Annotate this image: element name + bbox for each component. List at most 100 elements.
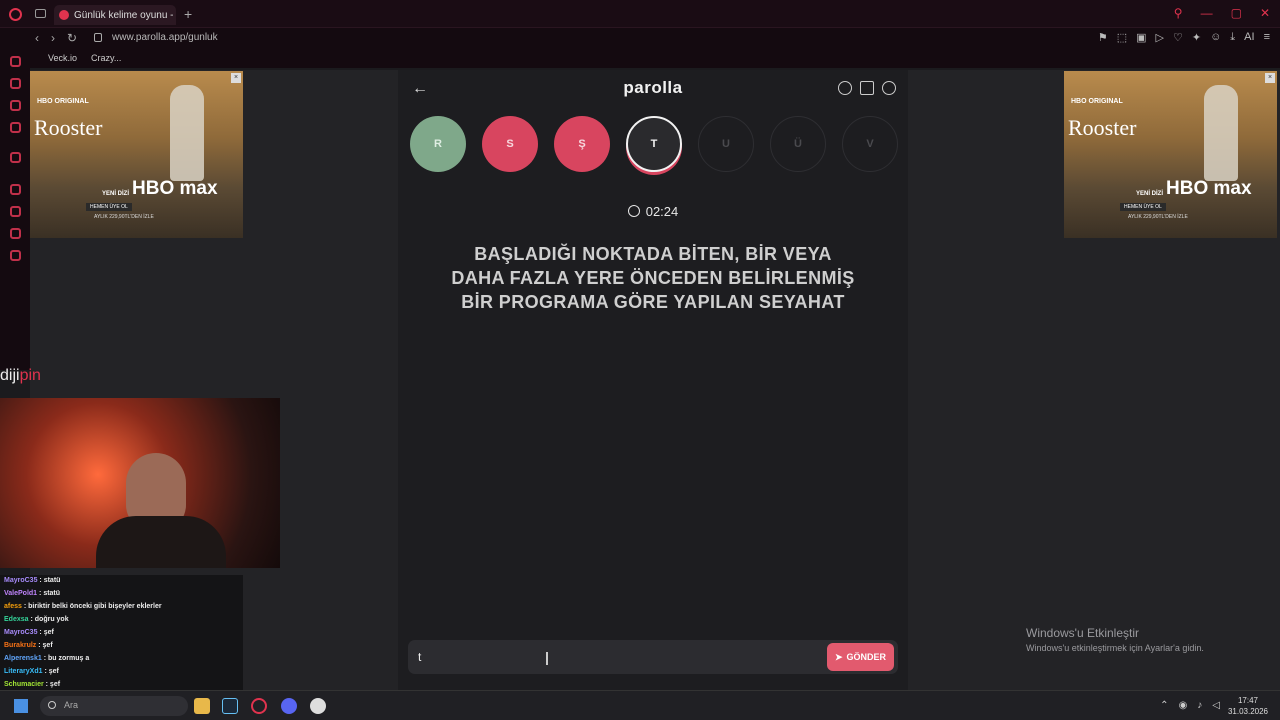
webcam-overlay <box>0 398 280 568</box>
tray-chevron-icon[interactable]: ⌃ <box>1160 700 1168 711</box>
sidebar-history-icon[interactable] <box>10 206 21 217</box>
taskbar-clock[interactable]: 17:47 31.03.2026 <box>1228 695 1268 717</box>
address-bar: ‹ › ↻ www.parolla.app/gunluk ⚑ ⬚ ▣ ▷ ♡ ✦… <box>0 28 1280 50</box>
browser-tab-bar: Günlük kelime oyunu - par + ⚲ — ▢ ✕ <box>0 0 1280 28</box>
download-icon[interactable]: ⤓ <box>1230 31 1235 44</box>
extensions-icon[interactable]: ✦ <box>1192 31 1201 44</box>
ad-brand: HBO ORIGINAL <box>1071 98 1123 105</box>
ai-icon[interactable]: AI <box>1244 31 1254 44</box>
chat-message: Edexsa : doğru yok <box>4 616 69 623</box>
chat-message: ValePold1 : statü <box>4 590 61 597</box>
ad-title: Rooster <box>1068 115 1137 140</box>
search-icon[interactable]: ⚲ <box>1174 6 1183 20</box>
profile-icon[interactable]: ☺ <box>1210 31 1221 44</box>
info-icon[interactable] <box>838 81 852 95</box>
ad-cta-button[interactable]: HEMEN ÜYE OL <box>1120 203 1166 211</box>
chat-user: Schumacier <box>4 681 44 688</box>
letter-wheel: R S Ş T U Ü V <box>410 116 910 176</box>
chat-user: afess <box>4 603 22 610</box>
heart-icon[interactable]: ♡ <box>1173 31 1183 44</box>
bookmark-veck[interactable]: Veck.io <box>48 53 77 63</box>
close-icon[interactable]: ✕ <box>1260 6 1270 20</box>
window-controls: ⚲ — ▢ ✕ <box>1174 6 1270 20</box>
browser-tab[interactable]: Günlük kelime oyunu - par <box>54 5 176 25</box>
sidebar-twitch-icon[interactable] <box>10 152 21 163</box>
sidebar-player-icon[interactable] <box>10 184 21 195</box>
minimize-icon[interactable]: — <box>1201 6 1213 20</box>
chat-user: Edexsa <box>4 616 29 623</box>
app-icon[interactable] <box>310 698 326 714</box>
bookmark-icon[interactable]: ⚑ <box>1098 31 1108 44</box>
stats-icon[interactable] <box>860 81 874 95</box>
tab-manager-icon[interactable] <box>35 9 46 18</box>
sidebar-messenger-icon[interactable] <box>10 100 21 111</box>
opera-menu-icon[interactable] <box>9 8 22 21</box>
opera-taskbar-icon[interactable] <box>251 698 267 714</box>
clock-time: 17:47 <box>1237 696 1258 705</box>
sidebar-settings-icon[interactable] <box>10 250 21 261</box>
question-text: BAŞLADIĞI NOKTADA BİTEN, BİR VEYA DAHA F… <box>451 244 855 312</box>
dijipin-logo: dijipin <box>0 367 41 385</box>
discord-icon[interactable] <box>281 698 297 714</box>
chat-message: Burakrulz : şef <box>4 642 53 649</box>
chat-message: LiteraryXd1 : şef <box>4 668 59 675</box>
lock-icon <box>94 33 102 42</box>
letter-u: U <box>698 116 754 172</box>
start-icon[interactable] <box>14 699 28 713</box>
activation-title: Windows'u Etkinleştir <box>1026 626 1139 640</box>
taskbar-search[interactable]: Ara <box>40 696 188 716</box>
ad-close-icon[interactable]: × <box>1265 73 1275 83</box>
reload-icon[interactable]: ↻ <box>67 31 77 45</box>
cube-icon[interactable]: ▣ <box>1136 31 1146 44</box>
steam-icon[interactable] <box>222 698 238 714</box>
maximize-icon[interactable]: ▢ <box>1231 6 1242 20</box>
bookmark-crazy[interactable]: Crazy... <box>91 53 121 63</box>
sidebar-extensions-icon[interactable] <box>10 228 21 239</box>
url-field[interactable]: www.parolla.app/gunluk <box>112 32 218 43</box>
network-icon[interactable]: ◉ <box>1179 700 1188 711</box>
ad-price: AYLIK 229,90TL'DEN İZLE <box>94 214 154 220</box>
bookmarks-bar: Veck.io Crazy... <box>0 50 1280 68</box>
chat-text: bu zormuş a <box>47 655 90 662</box>
activation-subtitle: Windows'u etkinleştirmek için Ayarlar'a … <box>1026 643 1204 653</box>
user-icon[interactable] <box>882 81 896 95</box>
snapshot-icon[interactable]: ⬚ <box>1117 31 1127 44</box>
nav-buttons: ‹ › ↻ <box>35 31 77 45</box>
chat-user: MayroC35 <box>4 629 38 636</box>
send-label: GÖNDER <box>846 652 887 662</box>
sidebar-mail-icon[interactable] <box>10 122 21 133</box>
dijipin-suffix: pin <box>19 367 41 384</box>
system-tray: ⌃ ◉ ♪ ◁ <box>1160 700 1220 711</box>
ad-person-image <box>170 85 204 181</box>
letter-sh: Ş <box>554 116 610 172</box>
send-button[interactable]: ➤ GÖNDER <box>827 643 894 671</box>
tab-title: Günlük kelime oyunu - par <box>74 9 176 21</box>
chat-text: statü <box>43 577 61 584</box>
sidebar-store-icon[interactable] <box>10 78 21 89</box>
ad-badge: YENİ DİZİ <box>102 191 130 197</box>
back-icon[interactable]: ‹ <box>35 31 39 45</box>
ad-title: Rooster <box>34 115 103 140</box>
ad-banner-right[interactable]: HBO ORIGINAL Rooster YENİ DİZİ HBO max H… <box>1064 71 1277 238</box>
menu-icon[interactable]: ≡ <box>1264 31 1270 44</box>
dijipin-prefix: diji <box>0 367 20 384</box>
mic-icon[interactable]: ♪ <box>1197 700 1202 711</box>
letter-uu: Ü <box>770 116 826 172</box>
chat-message: Alperensk1 : bu zormuş a <box>4 655 90 662</box>
letter-r: R <box>410 116 466 172</box>
play-icon[interactable]: ▷ <box>1156 31 1164 44</box>
sidebar-home-icon[interactable] <box>10 56 21 67</box>
ad-close-icon[interactable]: × <box>231 73 241 83</box>
ad-banner-left[interactable]: HBO ORIGINAL Rooster YENİ DİZİ HBO max H… <box>30 71 243 238</box>
chat-text: biriktir belki önceki gibi bişeyler ekle… <box>28 603 162 610</box>
answer-input[interactable] <box>418 647 818 667</box>
speaker-icon[interactable]: ◁ <box>1212 700 1220 711</box>
parolla-favicon-icon <box>59 10 69 20</box>
forward-icon[interactable]: › <box>51 31 55 45</box>
ad-cta-button[interactable]: HEMEN ÜYE OL <box>86 203 132 211</box>
chat-user: LiteraryXd1 <box>4 668 43 675</box>
file-explorer-icon[interactable] <box>194 698 210 714</box>
chat-user: Burakrulz <box>4 642 37 649</box>
new-tab-button[interactable]: + <box>184 6 192 22</box>
chat-user: MayroC35 <box>4 577 38 584</box>
